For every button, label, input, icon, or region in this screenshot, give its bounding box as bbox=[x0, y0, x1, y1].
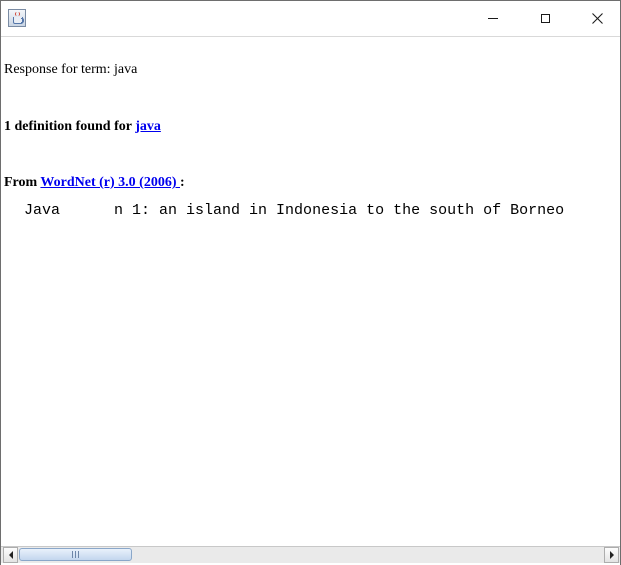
grip-icon bbox=[72, 551, 79, 558]
maximize-icon bbox=[540, 14, 550, 23]
minimize-button[interactable] bbox=[470, 1, 516, 36]
title-bar[interactable] bbox=[1, 1, 620, 36]
app-window: Response for term: java 1 definition fou… bbox=[0, 0, 621, 565]
definition-text: n 1: an island in Indonesia to the south… bbox=[114, 202, 565, 219]
close-icon bbox=[591, 13, 603, 24]
term-link[interactable]: java bbox=[135, 119, 161, 134]
source-line: From WordNet (r) 3.0 (2006) : bbox=[4, 175, 185, 191]
response-pane: Response for term: java 1 definition fou… bbox=[1, 37, 620, 545]
scroll-right-icon bbox=[609, 551, 614, 559]
scroll-thumb[interactable] bbox=[19, 548, 132, 561]
minimize-icon bbox=[488, 18, 498, 19]
response-label: Response for term: java bbox=[4, 62, 138, 77]
dictionary-link[interactable]: WordNet (r) 3.0 (2006) bbox=[40, 175, 180, 190]
source-prefix: From bbox=[4, 175, 41, 190]
scroll-right-button[interactable] bbox=[604, 547, 619, 563]
maximize-button[interactable] bbox=[522, 1, 568, 36]
source-suffix: : bbox=[180, 175, 185, 190]
result-count: 1 definition found for java bbox=[4, 119, 161, 135]
scroll-left-button[interactable] bbox=[3, 547, 18, 563]
definition-entry: Java n 1: an island in Indonesia to the … bbox=[24, 202, 564, 219]
java-cup-icon[interactable] bbox=[8, 9, 26, 27]
definition-word: Java bbox=[24, 202, 61, 219]
scroll-left-icon bbox=[8, 551, 13, 559]
result-count-text: 1 definition found for bbox=[4, 119, 136, 134]
horizontal-scrollbar[interactable] bbox=[1, 546, 620, 563]
close-button[interactable] bbox=[574, 1, 620, 36]
